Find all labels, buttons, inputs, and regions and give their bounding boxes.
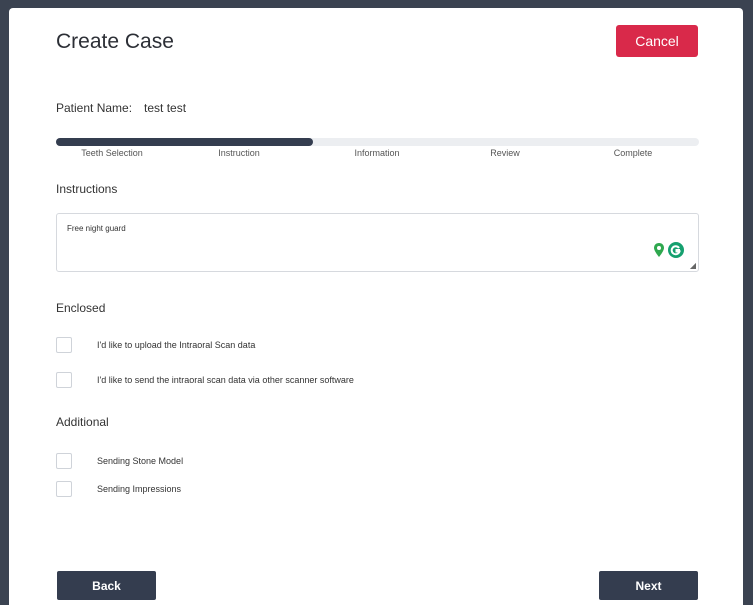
checkbox[interactable]: [56, 453, 72, 469]
enclosed-heading: Enclosed: [56, 301, 106, 315]
step-information: Information: [354, 148, 400, 158]
textarea-extension-icons: [654, 242, 684, 258]
grammarly-icon[interactable]: [668, 242, 684, 258]
enclosed-option-upload[interactable]: I'd like to upload the Intraoral Scan da…: [56, 337, 255, 353]
location-pin-icon[interactable]: [654, 243, 664, 257]
checkbox-label: Sending Stone Model: [97, 456, 184, 466]
step-teeth-selection: Teeth Selection: [81, 148, 143, 158]
progress-fill: [56, 138, 314, 146]
step-instruction: Instruction: [218, 148, 260, 158]
resize-handle-icon[interactable]: ◢: [690, 261, 696, 270]
step-review: Review: [490, 148, 520, 158]
checkbox[interactable]: [56, 481, 72, 497]
progress-bar: [56, 138, 699, 146]
checkbox[interactable]: [56, 337, 72, 353]
patient-name: Patient Name: test test: [56, 101, 186, 115]
next-button[interactable]: Next: [599, 571, 698, 600]
instructions-textarea[interactable]: Free night guard ◢: [56, 213, 699, 272]
patient-name-label: Patient Name:: [56, 101, 133, 115]
checkbox-label: I'd like to upload the Intraoral Scan da…: [97, 340, 256, 350]
instructions-text: Free night guard: [67, 224, 126, 233]
additional-option-stone-model[interactable]: Sending Stone Model: [56, 453, 183, 469]
step-complete: Complete: [613, 148, 653, 158]
checkbox-label: Sending Impressions: [97, 484, 182, 494]
create-case-modal: Create Case Cancel Patient Name: test tes…: [9, 8, 743, 605]
checkbox-label: I'd like to send the intraoral scan data…: [97, 375, 354, 385]
instructions-heading: Instructions: [56, 182, 118, 196]
enclosed-option-other-software[interactable]: I'd like to send the intraoral scan data…: [56, 372, 354, 388]
additional-option-impressions[interactable]: Sending Impressions: [56, 481, 181, 497]
patient-name-value: test test: [144, 101, 187, 115]
cancel-button[interactable]: Cancel: [616, 25, 698, 57]
back-button[interactable]: Back: [57, 571, 156, 600]
page-title: Create Case: [56, 30, 174, 53]
checkbox[interactable]: [56, 372, 72, 388]
additional-heading: Additional: [56, 415, 109, 429]
